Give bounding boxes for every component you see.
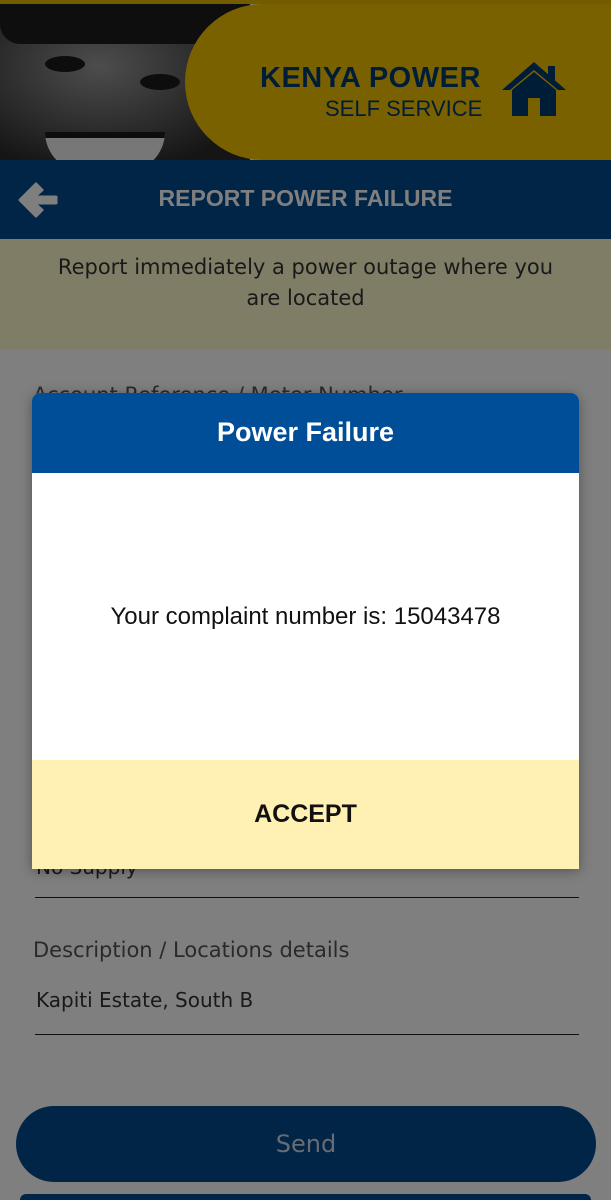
complaint-number-message: Your complaint number is: 15043478	[110, 603, 501, 630]
power-failure-dialog: Power Failure Your complaint number is: …	[32, 393, 579, 869]
accept-button[interactable]: ACCEPT	[32, 760, 579, 869]
dialog-title: Power Failure	[216, 417, 395, 447]
